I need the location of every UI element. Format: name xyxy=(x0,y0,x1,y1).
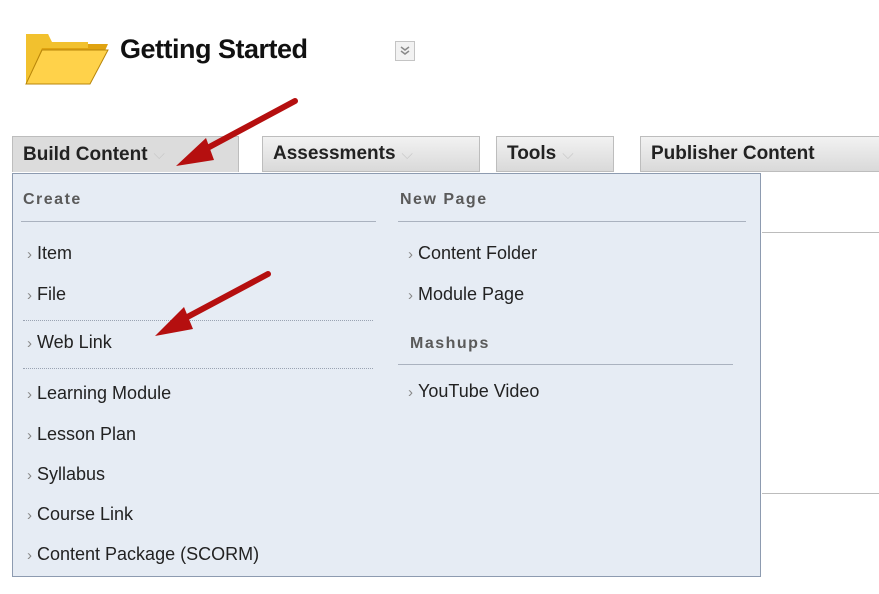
content-toolbar: Build Content ⌵ Assessments ⌵ Tools ⌵ Pu… xyxy=(0,136,879,174)
create-heading: Create xyxy=(23,191,82,208)
chevron-right-icon: › xyxy=(27,287,32,304)
chevron-right-icon: › xyxy=(27,386,32,403)
divider xyxy=(398,221,746,222)
chevron-right-icon: › xyxy=(27,246,32,263)
tools-label: Tools xyxy=(507,143,557,164)
menu-item-module-page[interactable]: › Module Page xyxy=(408,284,524,305)
chevron-right-icon: › xyxy=(27,335,32,352)
menu-item-label: File xyxy=(37,284,67,304)
divider xyxy=(762,493,879,494)
build-content-label: Build Content xyxy=(23,143,148,165)
chevron-right-icon: › xyxy=(408,287,413,304)
menu-item-label: Module Page xyxy=(418,284,525,304)
chevron-right-icon: › xyxy=(27,467,32,484)
assessments-button[interactable]: Assessments ⌵ xyxy=(262,136,480,172)
menu-item-youtube-video[interactable]: › YouTube Video xyxy=(408,381,539,402)
divider xyxy=(762,232,879,233)
menu-item-learning-module[interactable]: › Learning Module xyxy=(27,383,171,404)
chevron-down-icon: ⌵ xyxy=(562,145,574,163)
page-title-menu-button[interactable] xyxy=(395,41,415,61)
menu-item-label: Syllabus xyxy=(37,464,106,484)
menu-item-course-link[interactable]: › Course Link xyxy=(27,504,133,525)
divider xyxy=(21,221,376,222)
chevron-right-icon: › xyxy=(27,507,32,524)
menu-item-content-folder[interactable]: › Content Folder xyxy=(408,243,537,264)
folder-icon xyxy=(25,34,109,85)
chevron-down-icon: ⌵ xyxy=(401,145,413,163)
mashups-heading: Mashups xyxy=(410,335,490,352)
chevron-right-icon: › xyxy=(408,384,413,401)
menu-item-item[interactable]: › Item xyxy=(27,243,72,264)
menu-item-label: Lesson Plan xyxy=(37,424,137,444)
menu-item-label: Content Folder xyxy=(418,243,538,263)
menu-item-lesson-plan[interactable]: › Lesson Plan xyxy=(27,424,136,445)
menu-item-label: YouTube Video xyxy=(418,381,540,401)
divider xyxy=(398,364,733,365)
menu-item-label: Content Package (SCORM) xyxy=(37,544,260,564)
chevron-down-icon: ⌵ xyxy=(153,146,165,163)
menu-item-label: Web Link xyxy=(37,332,112,352)
chevron-down-icon xyxy=(400,46,410,55)
divider xyxy=(23,368,373,369)
chevron-right-icon: › xyxy=(27,547,32,564)
chevron-right-icon: › xyxy=(408,246,413,263)
tools-button[interactable]: Tools ⌵ xyxy=(496,136,614,172)
publisher-content-button[interactable]: Publisher Content xyxy=(640,136,879,172)
assessments-label: Assessments xyxy=(273,143,396,164)
build-content-button[interactable]: Build Content ⌵ xyxy=(12,136,239,172)
build-content-menu: Create › Item › File › Web Link › Learning M… xyxy=(12,173,761,577)
menu-item-label: Course Link xyxy=(37,504,134,524)
menu-item-web-link[interactable]: › Web Link xyxy=(27,332,112,353)
menu-item-label: Learning Module xyxy=(37,383,172,403)
menu-item-label: Item xyxy=(37,243,73,263)
new-page-heading: New Page xyxy=(400,191,488,208)
menu-item-content-package[interactable]: › Content Package (SCORM) xyxy=(27,544,259,565)
menu-item-file[interactable]: › File xyxy=(27,284,66,305)
divider xyxy=(23,320,373,321)
chevron-right-icon: › xyxy=(27,427,32,444)
menu-item-syllabus[interactable]: › Syllabus xyxy=(27,464,105,485)
page-title: Getting Started xyxy=(120,34,308,64)
publisher-content-label: Publisher Content xyxy=(651,143,815,164)
